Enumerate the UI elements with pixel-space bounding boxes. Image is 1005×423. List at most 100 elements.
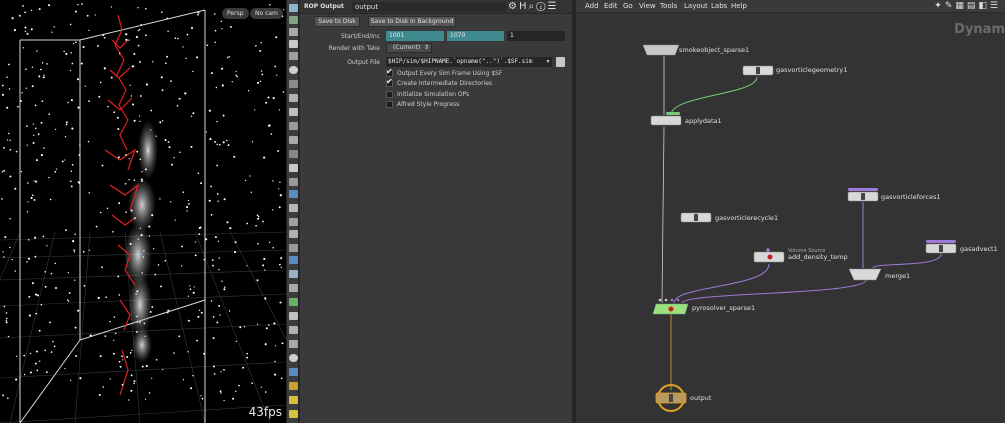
particle-point xyxy=(25,87,27,89)
inc-field[interactable]: 1 xyxy=(507,31,565,41)
node-smokeobject-sparse1[interactable]: smokeobject_sparse1 xyxy=(679,46,749,54)
start-frame-field[interactable]: 1001 xyxy=(386,31,444,41)
lock-icon[interactable] xyxy=(289,40,298,48)
lasso-icon[interactable] xyxy=(289,230,298,238)
network-editor[interactable]: Add Edit Go View Tools Layout Labs Help … xyxy=(576,0,1005,423)
globe-icon[interactable] xyxy=(289,354,298,362)
particle-point xyxy=(77,106,80,109)
node-gasvorticleforces1[interactable]: gasvorticleforces1 xyxy=(881,193,941,201)
camera-menu-button[interactable]: No cam xyxy=(250,8,283,19)
particle-point xyxy=(257,217,260,220)
node-name-field[interactable]: output xyxy=(352,2,506,12)
point-icon[interactable] xyxy=(289,164,298,172)
save-to-disk-bg-button[interactable]: Save to Disk in Background xyxy=(368,16,456,27)
particle-point xyxy=(51,31,53,33)
particle-point xyxy=(214,236,217,239)
end-frame-field[interactable]: 1070 xyxy=(447,31,504,41)
checkbox-create-intermediate-dirs[interactable] xyxy=(386,77,393,87)
info-icon[interactable]: ⓘ xyxy=(536,1,547,12)
particle-point xyxy=(5,319,7,322)
layout-icon[interactable] xyxy=(289,410,298,418)
particle-point xyxy=(28,314,31,317)
transform-icon[interactable] xyxy=(289,204,298,212)
particle-point xyxy=(55,168,58,170)
particle-point xyxy=(67,101,69,104)
node-add-density-temp[interactable]: add_density_temp xyxy=(788,253,848,261)
checkbox-initialize-sim-ops[interactable] xyxy=(386,91,393,98)
particle-point xyxy=(83,284,86,287)
persp-menu-button[interactable]: Persp xyxy=(222,8,249,19)
particle-point xyxy=(223,288,226,291)
particle-point xyxy=(181,245,184,248)
particle-point xyxy=(139,321,141,324)
brush-icon[interactable] xyxy=(289,178,298,186)
search-icon[interactable]: ⌕ xyxy=(529,1,537,12)
cube-icon[interactable] xyxy=(289,326,298,334)
node-gasadvect1[interactable]: gasadvect1 xyxy=(960,245,998,253)
node-pyrosolver-sparse1[interactable]: pyrosolver_sparse1 xyxy=(692,304,755,312)
particle-point xyxy=(177,37,179,40)
checkbox-alfred-progress[interactable] xyxy=(386,101,393,108)
sphere-icon[interactable] xyxy=(289,66,298,74)
save-to-disk-button[interactable]: Save to Disk xyxy=(314,16,360,27)
quad-view-icon[interactable] xyxy=(289,396,298,404)
particle-point xyxy=(7,63,10,66)
particle-point xyxy=(34,255,37,258)
ruler-icon[interactable] xyxy=(289,244,298,252)
render-icon[interactable] xyxy=(289,368,298,376)
help-icon[interactable]: H xyxy=(519,1,529,12)
file-browse-icon[interactable] xyxy=(556,57,565,67)
output-file-menu-icon[interactable]: ▾ xyxy=(544,57,552,67)
hand-icon[interactable] xyxy=(289,218,298,226)
normal-icon[interactable] xyxy=(289,340,298,348)
particle-point xyxy=(114,332,117,335)
particle-point xyxy=(145,364,148,367)
particle-point xyxy=(31,194,34,197)
particle-point xyxy=(74,233,76,235)
light-icon[interactable] xyxy=(289,108,298,116)
particle-point xyxy=(149,310,152,313)
render-with-take-dropdown[interactable]: (Current) ⇕ xyxy=(386,43,432,53)
output-file-field[interactable]: $HIP/sim/$HIPNAME.`opname("..")`.$SF.sim xyxy=(386,57,544,67)
table-icon[interactable] xyxy=(289,270,298,278)
particle-point xyxy=(265,327,268,330)
home-icon[interactable] xyxy=(289,16,298,24)
particle-point xyxy=(173,352,175,354)
node-output[interactable]: output xyxy=(690,394,711,402)
group-icon[interactable] xyxy=(289,298,298,306)
ghost-icon[interactable] xyxy=(289,52,298,60)
node-applydata1[interactable]: applydata1 xyxy=(685,117,722,125)
particle-point xyxy=(112,231,114,233)
grid-icon[interactable] xyxy=(289,136,298,144)
select-tool-icon[interactable] xyxy=(289,4,298,12)
particle-point xyxy=(151,214,154,217)
edit-icon[interactable] xyxy=(289,190,298,198)
snap-icon[interactable] xyxy=(289,122,298,130)
visibility-icon[interactable] xyxy=(289,312,298,320)
particle-point xyxy=(32,142,35,144)
particle-point xyxy=(136,321,139,323)
shading-icon[interactable] xyxy=(289,94,298,102)
node-gasvorticlerecycle1[interactable]: gasvorticlerecycle1 xyxy=(715,214,778,222)
bulb-icon[interactable] xyxy=(289,382,298,390)
particle-point xyxy=(112,352,115,355)
wire-icon[interactable] xyxy=(289,150,298,158)
particle-point xyxy=(223,369,225,371)
pen-icon[interactable] xyxy=(289,256,298,264)
particle-point xyxy=(29,371,32,374)
scene-viewport[interactable]: Persp No cam 43fps xyxy=(0,0,286,423)
node-merge1[interactable]: merge1 xyxy=(885,272,910,280)
particle-point xyxy=(87,140,90,143)
particle-point xyxy=(209,138,212,141)
particle-point xyxy=(159,121,162,124)
display-icon[interactable] xyxy=(289,80,298,88)
gear-icon[interactable]: ⚙ xyxy=(508,1,519,12)
particle-point xyxy=(73,251,76,253)
node-gasvorticlegeometry1[interactable]: gasvorticlegeometry1 xyxy=(776,66,847,74)
menu-icon[interactable]: ☰ xyxy=(547,1,558,12)
camera-icon[interactable] xyxy=(289,28,298,36)
particle-point xyxy=(118,52,121,55)
checkbox-output-every-sim-frame[interactable] xyxy=(386,67,393,77)
particle-point xyxy=(106,207,109,210)
layers-icon[interactable] xyxy=(289,284,298,292)
